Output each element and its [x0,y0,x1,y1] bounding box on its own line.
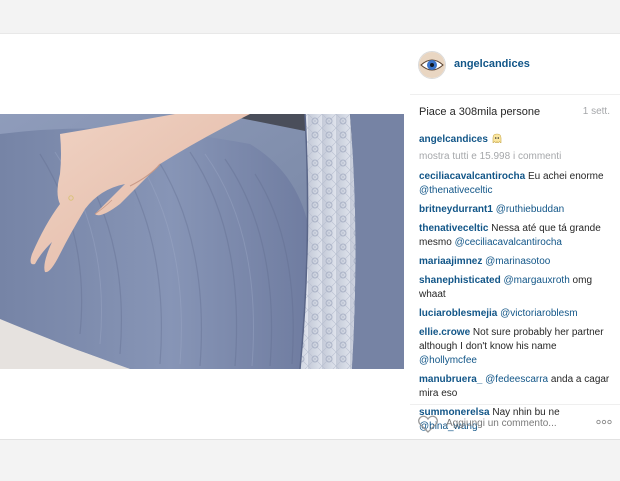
comment-input[interactable] [446,415,576,431]
likes-count[interactable]: Piace a 308mila persone [419,106,540,118]
comment-username[interactable]: thenativeceltic [419,223,488,234]
post-photo[interactable] [0,114,404,369]
comment-mention[interactable]: @margauxroth [503,275,569,286]
comment-username[interactable]: ellie.crowe [419,327,470,338]
comment-username[interactable]: mariaajimnez [419,256,482,267]
comment-item: manubruera_ @fedeescarra anda a cagar mi… [419,373,614,401]
post-timestamp[interactable]: 1 sett. [583,106,610,117]
eye-icon [419,52,445,78]
heart-icon[interactable] [418,415,438,433]
comment-username[interactable]: manubruera_ [419,374,482,385]
post-header: angelcandices [410,34,620,95]
photo-area [0,34,410,439]
comment-mention[interactable]: @victoriaroblesm [500,308,577,319]
more-options-icon[interactable] [596,417,612,427]
comment-item: shanephisticated @margauxroth omg whaat [419,274,614,302]
comment-item: luciaroblesmejia @victoriaroblesm [419,307,614,321]
comment-username[interactable]: britneydurrant1 [419,204,493,215]
comment-item: thenativeceltic Nessa até que tá grande … [419,222,614,250]
comment-mention[interactable]: @ruthiebuddan [496,204,565,215]
post-sidebar: angelcandices Piace a 308mila persone 1 … [410,34,620,439]
show-all-comments-link[interactable]: mostra tutti e 15.998 i commenti [419,150,614,164]
comment-item: mariaajimnez @marinasotoo [419,255,614,269]
comment-item: ceciliacavalcantirocha Eu achei enorme @… [419,170,614,198]
ghost-emoji-icon [492,133,502,143]
comment-username[interactable]: shanephisticated [419,275,501,286]
post-modal: angelcandices Piace a 308mila persone 1 … [0,33,620,440]
caption: angelcandices [419,133,614,147]
comment-mention[interactable]: @hollymcfee [419,355,477,366]
comment-mention[interactable]: @ceciliacavalcantirocha [455,237,562,248]
comment-username[interactable]: luciaroblesmejia [419,308,497,319]
comment-mention[interactable]: @thenativeceltic [419,185,493,196]
comment-username[interactable]: ceciliacavalcantirocha [419,171,525,182]
comments-list: angelcandices mostra tutti e 15.998 i co… [419,133,614,439]
photo-illustration [0,114,404,369]
comment-mention[interactable]: @marinasotoo [485,256,550,267]
post-footer [410,404,620,440]
avatar[interactable] [418,51,446,79]
comment-item: ellie.crowe Not sure probably her partne… [419,326,614,368]
header-username-link[interactable]: angelcandices [454,58,530,70]
comment-item: britneydurrant1 @ruthiebuddan [419,203,614,217]
comment-text: Eu achei enorme [525,171,604,182]
comment-mention[interactable]: @fedeescarra [485,374,548,385]
caption-username-link[interactable]: angelcandices [419,134,488,145]
